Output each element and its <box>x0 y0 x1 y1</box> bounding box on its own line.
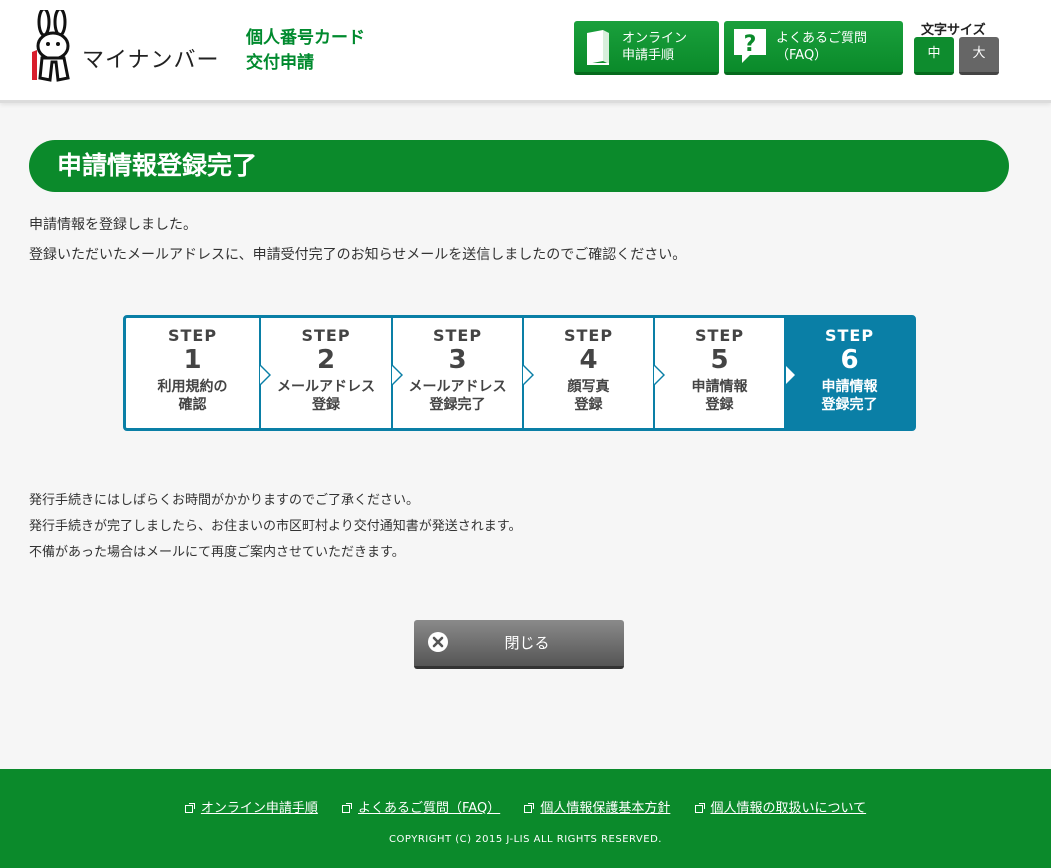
external-link-icon <box>342 803 353 813</box>
font-size-medium-button[interactable]: 中 <box>914 37 954 75</box>
intro-line: 登録いただいたメールアドレスに、申請受付完了のお知らせメールを送信しましたのでご… <box>29 247 687 263</box>
step-label: STEP <box>563 326 614 345</box>
svg-text:?: ? <box>744 32 757 57</box>
footer-link-faq[interactable]: よくあるご質問（FAQ） <box>342 797 500 816</box>
footer-link-privacy-policy[interactable]: 個人情報保護基本方針 <box>524 797 670 816</box>
step-3: STEP 3 メールアドレス 登録完了 <box>391 318 534 428</box>
faq-button[interactable]: ? よくあるご質問 （FAQ） <box>724 21 903 75</box>
online-guide-button[interactable]: オンライン 申請手順 <box>574 21 719 75</box>
step-label: STEP <box>432 326 483 345</box>
intro-text: 申請情報を登録しました。 登録いただいたメールアドレスに、申請受付完了のお知らせ… <box>29 210 686 270</box>
step-desc-line1: 申請情報 <box>691 379 748 395</box>
external-link-icon <box>694 803 705 813</box>
step-number: 2 <box>316 345 336 375</box>
step-1: STEP 1 利用規約の 確認 <box>126 318 271 428</box>
step-desc-line2: 登録完了 <box>429 397 486 413</box>
step-desc-line1: 利用規約の <box>157 379 228 395</box>
copyright: COPYRIGHT (C) 2015 J-LIS ALL RIGHTS RESE… <box>389 834 662 845</box>
logo-text: マイナンバー <box>82 48 220 73</box>
mascot-logo-icon <box>32 10 70 82</box>
step-5: STEP 5 申請情報 登録 <box>653 318 784 428</box>
footer-link-personal-info[interactable]: 個人情報の取扱いについて <box>694 797 866 816</box>
intro-line: 申請情報を登録しました。 <box>29 217 197 233</box>
note-line: 発行手続きが完了しましたら、お住まいの市区町村より交付通知書が発送されます。 <box>29 519 522 534</box>
step-desc-line1: 顔写真 <box>567 379 610 395</box>
step-2: STEP 2 メールアドレス 登録 <box>259 318 403 428</box>
font-size-large-button[interactable]: 大 <box>959 37 999 75</box>
step-desc-line2: 登録 <box>705 397 734 413</box>
step-desc-line2: 登録完了 <box>821 397 878 413</box>
site-header: マイナンバー 個人番号カード 交付申請 オンライン 申請手順 ? よくあるご質問… <box>0 0 1051 103</box>
step-desc-line1: 申請情報 <box>821 379 878 395</box>
online-guide-label: オンライン 申請手順 <box>622 31 688 63</box>
notes-text: 発行手続きにはしばらくお時間がかかりますのでご了承ください。 発行手続きが完了し… <box>29 488 521 566</box>
site-footer: オンライン申請手順 よくあるご質問（FAQ） 個人情報保護基本方針 個人情報の取… <box>0 769 1051 868</box>
step-number: 6 <box>840 345 859 375</box>
book-icon <box>587 30 609 65</box>
font-size-label: 文字サイズ <box>921 23 986 38</box>
footer-link-online-guide[interactable]: オンライン申請手順 <box>184 797 318 816</box>
step-number: 3 <box>448 345 467 375</box>
step-desc-line2: 登録 <box>312 397 340 413</box>
close-button-label: 閉じる <box>504 634 550 652</box>
close-button[interactable]: 閉じる <box>414 620 624 669</box>
step-number: 5 <box>710 345 729 375</box>
note-line: 発行手続きにはしばらくお時間がかかりますのでご了承ください。 <box>29 493 420 508</box>
step-desc-line2: 登録 <box>574 397 603 413</box>
step-6-current: STEP 6 申請情報 登録完了 <box>784 318 913 428</box>
step-label: STEP <box>824 326 875 345</box>
step-number: 4 <box>579 345 598 375</box>
faq-label: よくあるご質問 （FAQ） <box>776 31 868 63</box>
step-label: STEP <box>301 326 351 345</box>
service-title: 個人番号カード 交付申請 <box>246 26 365 76</box>
step-progress: STEP 1 利用規約の 確認 STEP 2 メールアドレス 登録 STEP 3… <box>123 315 916 431</box>
step-desc-line1: メールアドレス <box>277 379 375 395</box>
step-desc-line2: 確認 <box>178 397 207 413</box>
service-title-line2: 交付申請 <box>246 53 314 73</box>
step-arrow <box>786 366 795 384</box>
question-icon: ? <box>734 29 766 63</box>
external-link-icon <box>184 803 195 813</box>
service-title-line1: 個人番号カード <box>246 28 365 48</box>
step-label: STEP <box>694 326 745 345</box>
step-number: 1 <box>183 345 202 375</box>
step-label: STEP <box>167 326 218 345</box>
footer-links: オンライン申請手順 よくあるご質問（FAQ） 個人情報保護基本方針 個人情報の取… <box>0 797 1051 816</box>
external-link-icon <box>524 803 535 813</box>
note-line: 不備があった場合はメールにて再度ご案内させていただきます。 <box>29 545 405 560</box>
step-4: STEP 4 顔写真 登録 <box>522 318 665 428</box>
page-title: 申請情報登録完了 <box>29 140 1009 192</box>
step-desc-line1: メールアドレス <box>408 379 507 395</box>
